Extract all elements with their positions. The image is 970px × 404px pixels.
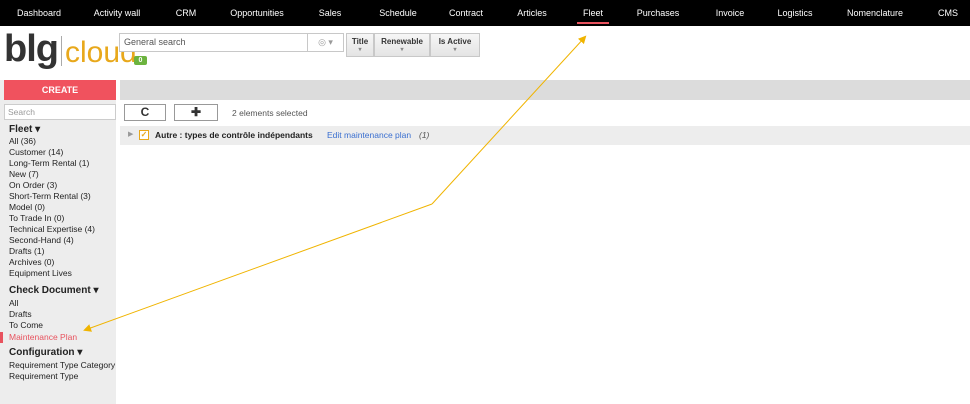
add-button[interactable]: ✚	[174, 104, 218, 121]
sidebar-item-equipment-lives[interactable]: Equipment Lives	[9, 268, 72, 278]
filter-title-button[interactable]: Title ▾	[346, 33, 374, 57]
app-logo[interactable]: blg cloud	[4, 28, 137, 68]
sidebar-item-long-term-rental[interactable]: Long-Term Rental (1)	[9, 158, 89, 168]
nav-item-crm[interactable]: CRM	[176, 0, 197, 26]
nav-item-logistics[interactable]: Logistics	[777, 0, 812, 26]
nav-item-sales[interactable]: Sales	[319, 0, 342, 26]
edit-maintenance-plan-link[interactable]: Edit maintenance plan	[327, 130, 411, 140]
sidebar-section-check-document[interactable]: Check Document ▾	[9, 285, 98, 296]
search-options-dropdown[interactable]: ◎ ▾	[308, 33, 344, 52]
nav-item-opportunities[interactable]: Opportunities	[230, 0, 284, 26]
filter-title-label: Title	[351, 37, 369, 46]
nav-item-cms[interactable]: CMS	[938, 0, 958, 26]
sidebar-item-on-order[interactable]: On Order (3)	[9, 180, 57, 190]
general-search-input[interactable]: General search	[119, 33, 308, 52]
selection-count-text: 2 elements selected	[232, 108, 308, 118]
nav-active-indicator	[577, 22, 609, 24]
nav-item-articles[interactable]: Articles	[517, 0, 547, 26]
sidebar-item-drafts[interactable]: Drafts (1)	[9, 246, 44, 256]
row-checkbox[interactable]: ✓	[139, 130, 149, 140]
sidebar-item-requirement-type[interactable]: Requirement Type	[9, 371, 78, 381]
create-button[interactable]: CREATE	[4, 80, 116, 100]
sidebar-item-check-drafts[interactable]: Drafts	[9, 309, 32, 319]
row-title: Autre : types de contrôle indépendants	[155, 130, 313, 140]
sidebar-item-archives[interactable]: Archives (0)	[9, 257, 54, 267]
search-count-badge: 0	[134, 56, 147, 65]
filter-renewable-button[interactable]: Renewable ▾	[374, 33, 430, 57]
sidebar-item-check-all[interactable]: All	[9, 298, 18, 308]
main-header-bar	[120, 80, 970, 100]
sidebar-item-customer[interactable]: Customer (14)	[9, 147, 63, 157]
sidebar-section-fleet[interactable]: Fleet ▾	[9, 124, 40, 135]
top-nav: Dashboard Activity wall CRM Opportunitie…	[0, 0, 970, 26]
logo-separator	[60, 36, 62, 66]
nav-item-activity-wall[interactable]: Activity wall	[94, 0, 141, 26]
sidebar-item-new[interactable]: New (7)	[9, 169, 39, 179]
nav-item-dashboard[interactable]: Dashboard	[17, 0, 61, 26]
sidebar-item-maintenance-plan[interactable]: Maintenance Plan	[9, 332, 77, 342]
filter-renewable-label: Renewable	[381, 37, 423, 46]
filter-is-active-label: Is Active	[438, 37, 472, 46]
nav-item-purchases[interactable]: Purchases	[637, 0, 680, 26]
nav-item-contract[interactable]: Contract	[449, 0, 483, 26]
logo-text-blg: blg	[4, 28, 59, 70]
sidebar-item-requirement-type-category[interactable]: Requirement Type Category	[9, 360, 115, 370]
chevron-down-icon: ▾	[358, 47, 362, 53]
sidebar-active-marker	[0, 332, 3, 343]
sidebar-section-configuration[interactable]: Configuration ▾	[9, 347, 82, 358]
nav-item-schedule[interactable]: Schedule	[379, 0, 417, 26]
sidebar-item-short-term-rental[interactable]: Short-Term Rental (3)	[9, 191, 91, 201]
sidebar-search-input[interactable]: Search	[4, 104, 116, 120]
row-count: (1)	[419, 130, 430, 140]
filter-is-active-button[interactable]: Is Active ▾	[430, 33, 480, 57]
sidebar-item-second-hand[interactable]: Second-Hand (4)	[9, 235, 74, 245]
nav-item-invoice[interactable]: Invoice	[716, 0, 745, 26]
annotation-arrow-to-maintenance-plan	[83, 203, 433, 332]
sidebar-item-model[interactable]: Model (0)	[9, 202, 45, 212]
sidebar-item-to-come[interactable]: To Come	[9, 320, 43, 330]
sidebar-item-to-trade-in[interactable]: To Trade In (0)	[9, 213, 64, 223]
sidebar-item-technical-expertise[interactable]: Technical Expertise (4)	[9, 224, 95, 234]
list-item: ▶ ✓ Autre : types de contrôle indépendan…	[120, 126, 970, 145]
sidebar-item-all[interactable]: All (36)	[9, 136, 36, 146]
chevron-down-icon: ▾	[453, 47, 457, 53]
chevron-down-icon: ▾	[400, 47, 404, 53]
expand-icon[interactable]: ▶	[128, 130, 133, 138]
annotation-arrow-to-fleet	[431, 35, 587, 205]
refresh-button[interactable]: C	[124, 104, 166, 121]
nav-item-nomenclature[interactable]: Nomenclature	[847, 0, 903, 26]
